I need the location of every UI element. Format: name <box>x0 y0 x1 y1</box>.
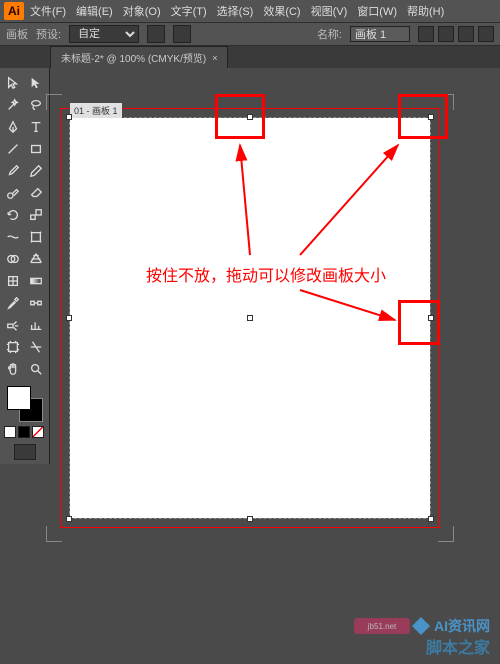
annotation-text: 按住不放，拖动可以修改画板大小 <box>146 262 386 286</box>
artboard-center-icon <box>247 315 253 321</box>
resize-handle-bottom-left[interactable] <box>66 516 72 522</box>
tool-name-label: 画板 <box>6 26 28 42</box>
screen-mode-icon[interactable] <box>14 444 36 460</box>
watermark-site-1: AI资讯网 <box>412 616 490 636</box>
resize-handle-middle-left[interactable] <box>66 315 72 321</box>
column-graph-tool-icon[interactable] <box>25 314 48 336</box>
color-none-icon[interactable] <box>32 426 44 438</box>
eyedropper-tool-icon[interactable] <box>2 292 25 314</box>
scale-tool-icon[interactable] <box>25 204 48 226</box>
resize-handle-middle-right[interactable] <box>428 315 434 321</box>
options-bar: 画板 预设: 自定 名称: <box>0 22 500 46</box>
width-tool-icon[interactable] <box>2 226 25 248</box>
crop-mark <box>46 526 47 542</box>
watermark-logo-icon <box>412 617 430 635</box>
crop-mark <box>46 94 47 110</box>
menu-select[interactable]: 选择(S) <box>213 1 258 21</box>
menu-help[interactable]: 帮助(H) <box>403 1 448 21</box>
paintbrush-tool-icon[interactable] <box>2 160 25 182</box>
menu-effect[interactable]: 效果(C) <box>259 1 304 21</box>
orientation-landscape-icon[interactable] <box>173 25 191 43</box>
symbol-sprayer-tool-icon[interactable] <box>2 314 25 336</box>
eraser-tool-icon[interactable] <box>25 182 48 204</box>
gradient-tool-icon[interactable] <box>25 270 48 292</box>
watermark-area: jb51.net AI资讯网 脚本之家 <box>260 608 500 664</box>
menu-bar: Ai 文件(F) 编辑(E) 对象(O) 文字(T) 选择(S) 效果(C) 视… <box>0 0 500 22</box>
line-tool-icon[interactable] <box>2 138 25 160</box>
artboard-tool-icon[interactable] <box>2 336 25 358</box>
menu-edit[interactable]: 编辑(E) <box>72 1 117 21</box>
perspective-grid-tool-icon[interactable] <box>25 248 48 270</box>
rectangle-tool-icon[interactable] <box>25 138 48 160</box>
resize-handle-bottom-right[interactable] <box>428 516 434 522</box>
resize-handle-top-left[interactable] <box>66 114 72 120</box>
color-solid-icon[interactable] <box>4 426 16 438</box>
canvas-area[interactable]: 01 - 画板 1 <box>50 68 500 608</box>
option-grid-icon[interactable] <box>458 26 474 42</box>
crop-mark <box>46 94 62 95</box>
artboard-container: 01 - 画板 1 <box>70 118 430 518</box>
crop-mark <box>438 541 454 542</box>
preset-select[interactable]: 自定 <box>69 25 139 43</box>
crop-mark <box>438 94 454 95</box>
option-more-icon[interactable] <box>478 26 494 42</box>
watermark-site-2: 脚本之家 <box>426 634 490 658</box>
zoom-tool-icon[interactable] <box>25 358 48 380</box>
menu-type[interactable]: 文字(T) <box>167 1 211 21</box>
shape-builder-tool-icon[interactable] <box>2 248 25 270</box>
document-tab[interactable]: 未标题-2* @ 100% (CMYK/预览) × <box>50 46 228 68</box>
preset-label: 预设: <box>36 26 61 42</box>
option-move-art-icon[interactable] <box>418 26 434 42</box>
orientation-portrait-icon[interactable] <box>147 25 165 43</box>
blend-tool-icon[interactable] <box>25 292 48 314</box>
options-right-group <box>418 26 494 42</box>
color-swatch[interactable] <box>7 386 43 422</box>
menu-view[interactable]: 视图(V) <box>307 1 352 21</box>
blob-brush-tool-icon[interactable] <box>2 182 25 204</box>
watermark-tag: jb51.net <box>354 618 410 634</box>
color-mode-row <box>4 426 45 438</box>
name-label: 名称: <box>317 26 342 42</box>
pen-tool-icon[interactable] <box>2 116 25 138</box>
direct-selection-tool-icon[interactable] <box>25 72 48 94</box>
type-tool-icon[interactable] <box>25 116 48 138</box>
menu-file[interactable]: 文件(F) <box>26 1 70 21</box>
mesh-tool-icon[interactable] <box>2 270 25 292</box>
lasso-tool-icon[interactable] <box>25 94 48 116</box>
rotate-tool-icon[interactable] <box>2 204 25 226</box>
document-tab-title: 未标题-2* @ 100% (CMYK/预览) <box>61 50 206 65</box>
pencil-tool-icon[interactable] <box>25 160 48 182</box>
resize-handle-bottom-center[interactable] <box>247 516 253 522</box>
free-transform-tool-icon[interactable] <box>25 226 48 248</box>
menu-object[interactable]: 对象(O) <box>119 1 165 21</box>
menu-window[interactable]: 窗口(W) <box>353 1 401 21</box>
artboard-name-input[interactable] <box>350 26 410 42</box>
crop-mark <box>453 94 454 110</box>
color-gradient-icon[interactable] <box>18 426 30 438</box>
magic-wand-tool-icon[interactable] <box>2 94 25 116</box>
resize-handle-top-right[interactable] <box>428 114 434 120</box>
resize-handle-top-center[interactable] <box>247 114 253 120</box>
document-tab-bar: 未标题-2* @ 100% (CMYK/预览) × <box>0 46 500 68</box>
crop-mark <box>453 526 454 542</box>
fill-color-icon[interactable] <box>7 386 31 410</box>
toolbox <box>0 68 50 464</box>
app-logo-icon: Ai <box>4 2 24 20</box>
close-tab-icon[interactable]: × <box>212 53 217 63</box>
option-ref-point-icon[interactable] <box>438 26 454 42</box>
hand-tool-icon[interactable] <box>2 358 25 380</box>
crop-mark <box>46 541 62 542</box>
artboard-label: 01 - 画板 1 <box>70 103 122 118</box>
selection-tool-icon[interactable] <box>2 72 25 94</box>
slice-tool-icon[interactable] <box>25 336 48 358</box>
